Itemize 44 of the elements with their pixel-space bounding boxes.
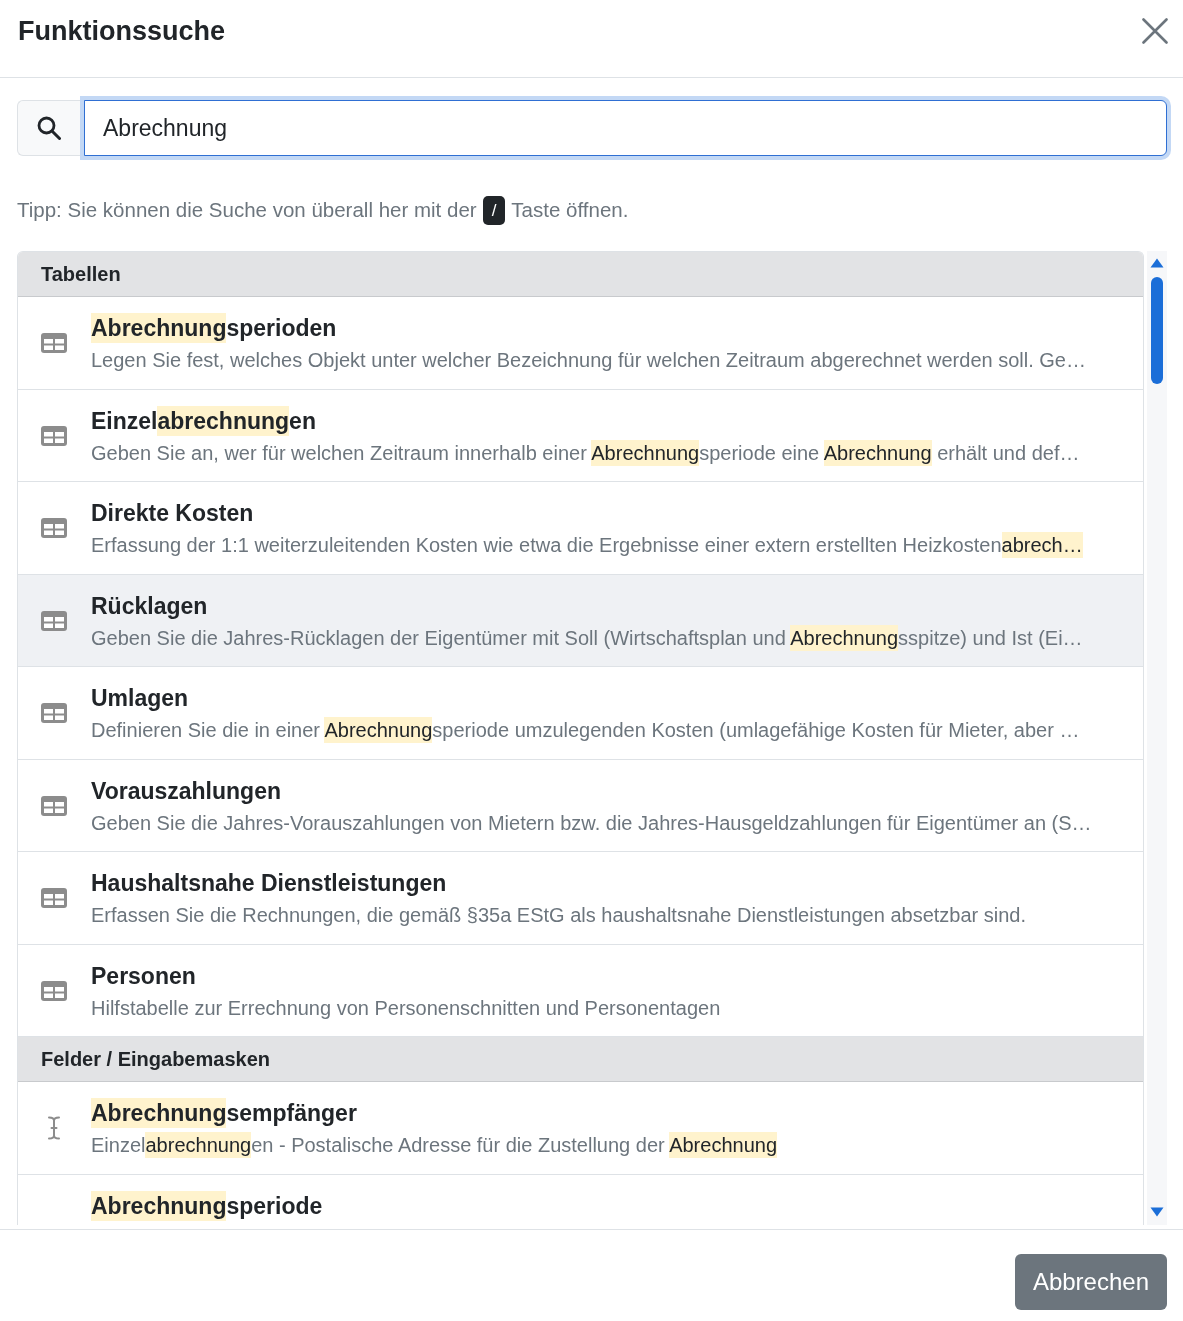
- group-header: Felder / Eingabemasken: [18, 1037, 1143, 1082]
- group-header: Tabellen: [18, 252, 1143, 297]
- result-description: Einzelabrechnungen - Postalische Adresse für die Zustellung der Abrechnung: [91, 1131, 778, 1160]
- result-description: Erfassung der 1:1 weiterzuleitenden Kosten wie etwa die Ergebnisse einer extern erstellten Heizkostenabrech…: [91, 531, 1083, 560]
- dialog-title: Funktionssuche: [18, 15, 226, 48]
- result-title: Rücklagen: [91, 591, 208, 621]
- tip-text: Tipp: Sie können die Suche von überall her mit der: [17, 197, 477, 223]
- scrollbar-thumb[interactable]: [1151, 277, 1163, 384]
- table-icon: [41, 703, 67, 723]
- scroll-up-icon[interactable]: [1150, 258, 1164, 268]
- text-cursor-icon: [48, 1116, 60, 1140]
- result-title: Personen: [91, 961, 196, 991]
- result-title: Abrechnungsempfänger: [91, 1098, 357, 1128]
- result-title: Direkte Kosten: [91, 499, 254, 528]
- cancel-button[interactable]: Abbrechen: [1014, 1254, 1167, 1310]
- close-button[interactable]: [1140, 16, 1170, 46]
- scroll-down-icon[interactable]: [1150, 1207, 1164, 1217]
- result-description: Hilfstabelle zur Errechnung von Personenschnitten und Personentagen: [91, 995, 721, 1021]
- result-title: Vorauszahlungen: [91, 776, 281, 806]
- table-icon: [41, 425, 67, 446]
- result-description: Erfassen Sie die Rechnungen, die gemäß §35a EStG als haushaltsnahe Dienstleistungen absetzbar sind.: [91, 903, 1027, 928]
- table-icon: [41, 333, 67, 353]
- search-icon: [37, 116, 61, 140]
- search-field[interactable]: Abrechnung: [84, 100, 1167, 156]
- result-description: Geben Sie die Jahres-Vorauszahlungen von Mietern bzw. die Jahres-Hausgeldzahlungen für Eigentümer an (S…: [91, 810, 1092, 836]
- result-description: Geben Sie die Jahres-Rücklagen der Eigentümer mit Soll (Wirtschaftsplan und Abrechnungsspitze) und Ist (Ei…: [91, 623, 1083, 653]
- table-icon: [41, 610, 67, 631]
- search-result-row[interactable]: Rücklagen Geben Sie die Jahres-Rücklagen der Eigentümer mit Soll (Wirtschaftsplan und Abrechnungsspitze) und Ist (Ei…: [18, 574, 1143, 667]
- result-title: Einzelabrechnungen: [91, 405, 316, 436]
- table-icon: [41, 518, 67, 538]
- result-title: Haushaltsnahe Dienstleistungen: [91, 869, 447, 898]
- result-title: Abrechnungsperiode: [91, 1190, 323, 1221]
- tip-text: Taste öffnen.: [511, 197, 629, 223]
- result-description: Definieren Sie die in einer Abrechnungsperiode umzulegenden Kosten (umlagefähige Kosten für Mieter, aber …: [91, 716, 1080, 745]
- table-icon: [41, 795, 67, 816]
- keyboard-key: /: [482, 195, 506, 225]
- result-description: Legen Sie fest, welches Objekt unter welcher Bezeichnung für welchen Zeitraum abgerechnet werden soll. Ge…: [91, 348, 1086, 373]
- result-description: Geben Sie an, wer für welchen Zeitraum innerhalb einer Abrechnungsperiode eine Abrechnung erhält und def…: [91, 438, 1080, 468]
- table-icon: [41, 888, 67, 908]
- table-icon: [41, 980, 67, 1001]
- result-title: Umlagen: [91, 684, 189, 713]
- close-icon: [1142, 18, 1168, 44]
- scrollbar-track[interactable]: [1147, 251, 1167, 1225]
- result-title: Abrechnungsperioden: [91, 313, 337, 343]
